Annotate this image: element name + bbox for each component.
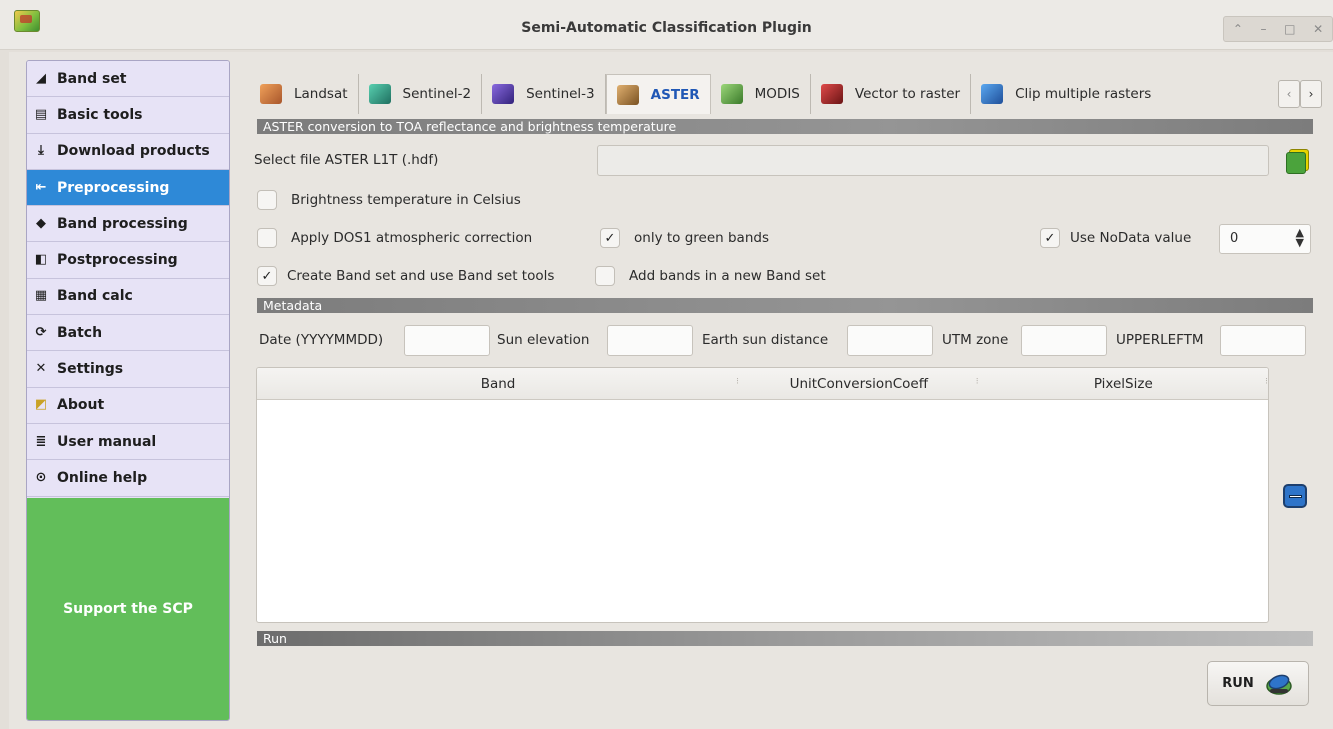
- band-set-icon: ◢: [36, 70, 46, 86]
- date-label: Date (YYYYMMDD): [259, 332, 384, 348]
- open-file-icon: [1286, 152, 1306, 174]
- utm-zone-label: UTM zone: [942, 332, 1009, 348]
- support-scp-button[interactable]: Support the SCP: [27, 498, 229, 720]
- run-icon: [1265, 674, 1292, 695]
- bands-table[interactable]: Band ⁝ UnitConversionCoeff ⁝ PixelSize ⁝: [256, 367, 1269, 623]
- column-header-unit-conversion[interactable]: UnitConversionCoeff ⁝: [739, 368, 979, 399]
- utm-zone-input[interactable]: [1021, 325, 1107, 356]
- sidebar-item-settings[interactable]: ✕ Settings: [27, 351, 229, 388]
- about-icon: ◩: [34, 397, 48, 413]
- window-close-button[interactable]: ✕: [1313, 22, 1323, 36]
- vector-to-raster-icon: [820, 84, 843, 104]
- nodata-checkbox[interactable]: ✓ Use NoData value: [1040, 228, 1191, 248]
- spinbox-arrows-icon[interactable]: ▲ ▼: [1296, 227, 1304, 248]
- brightness-celsius-checkbox[interactable]: Brightness temperature in Celsius: [257, 190, 521, 210]
- postprocessing-icon: ◧: [34, 252, 48, 268]
- create-bandset-box: ✓: [257, 266, 277, 286]
- sidebar-item-user-manual[interactable]: ≣ User manual: [27, 423, 229, 461]
- create-bandset-checkbox[interactable]: ✓ Create Band set and use Band set tools: [257, 266, 554, 286]
- green-bands-checkbox[interactable]: ✓ only to green bands: [600, 228, 769, 248]
- sidebar-item-online-help[interactable]: ⊙ Online help: [27, 460, 229, 497]
- upperleftm-input[interactable]: [1220, 325, 1306, 356]
- sidebar: ◢ Band set ▤ Basic tools ⤓ Download product…: [26, 60, 230, 721]
- tab-sentinel-3[interactable]: Sentinel-3: [482, 74, 606, 114]
- window-title: Semi-Automatic Classification Plugin: [521, 20, 812, 36]
- earth-sun-distance-input[interactable]: [847, 325, 933, 356]
- basic-tools-icon: ▤: [34, 106, 48, 122]
- run-group-header: Run: [257, 631, 1313, 646]
- preprocessing-icon: ⇤: [35, 179, 47, 195]
- tab-sentinel-2[interactable]: Sentinel-2: [359, 74, 483, 114]
- earth-sun-distance-label: Earth sun distance: [702, 332, 829, 348]
- dos1-checkbox[interactable]: Apply DOS1 atmospheric correction: [257, 228, 532, 248]
- window-minimize-button[interactable]: –: [1261, 22, 1267, 36]
- user-manual-icon: ≣: [35, 433, 47, 449]
- select-file-label: Select file ASTER L1T (.hdf): [254, 152, 439, 168]
- window-maximize-button[interactable]: □: [1284, 22, 1295, 36]
- sidebar-item-postprocessing[interactable]: ◧ Postprocessing: [27, 242, 229, 279]
- sidebar-item-about[interactable]: ◩ About: [27, 387, 229, 424]
- sidebar-item-band-set[interactable]: ◢ Band set: [27, 61, 229, 98]
- upperleftm-label: UPPERLEFTM: [1116, 332, 1204, 348]
- band-processing-icon: ◆: [36, 215, 46, 231]
- sidebar-item-preprocessing[interactable]: ⇤ Preprocessing: [27, 169, 229, 207]
- column-header-pixel-size[interactable]: PixelSize ⁝: [979, 368, 1268, 399]
- download-icon: ⤓: [38, 143, 44, 159]
- add-bands-box: [595, 266, 615, 286]
- tab-scroll-right-button[interactable]: ›: [1300, 80, 1322, 108]
- settings-icon: ✕: [35, 361, 47, 377]
- minus-icon: [1288, 494, 1302, 498]
- green-bands-box: ✓: [600, 228, 620, 248]
- sentinel-2-icon: [368, 84, 391, 104]
- title-bar: Semi-Automatic Classification Plugin ⌃ –…: [0, 0, 1333, 50]
- remove-row-button[interactable]: [1283, 484, 1307, 508]
- dos1-box: [257, 228, 277, 248]
- tab-aster[interactable]: ASTER: [605, 74, 711, 114]
- date-input[interactable]: [404, 325, 490, 356]
- online-help-icon: ⊙: [35, 469, 47, 485]
- aster-icon: [616, 84, 639, 105]
- band-calc-icon: ▦: [34, 288, 48, 304]
- open-file-button[interactable]: [1283, 148, 1311, 176]
- tab-vector-to-raster[interactable]: Vector to raster: [811, 74, 972, 114]
- tab-landsat[interactable]: Landsat: [250, 74, 359, 114]
- nodata-value-spinbox[interactable]: 0 ▲ ▼: [1219, 224, 1311, 254]
- sidebar-item-batch[interactable]: ⟳ Batch: [27, 315, 229, 352]
- tab-modis[interactable]: MODIS: [711, 74, 811, 114]
- batch-icon: ⟳: [35, 324, 47, 340]
- clip-rasters-icon: [981, 84, 1004, 104]
- sun-elevation-input[interactable]: [607, 325, 693, 356]
- sentinel-3-icon: [492, 84, 515, 104]
- run-button[interactable]: RUN: [1207, 661, 1309, 706]
- add-bands-checkbox[interactable]: Add bands in a new Band set: [595, 266, 826, 286]
- sidebar-item-basic-tools[interactable]: ▤ Basic tools: [27, 97, 229, 134]
- sidebar-item-band-processing[interactable]: ◆ Band processing: [27, 206, 229, 243]
- table-header: Band ⁝ UnitConversionCoeff ⁝ PixelSize ⁝: [257, 368, 1268, 400]
- brightness-celsius-box: [257, 190, 277, 210]
- sidebar-item-band-calc[interactable]: ▦ Band calc: [27, 278, 229, 316]
- nodata-box: ✓: [1040, 228, 1060, 248]
- tab-clip-multiple-rasters[interactable]: Clip multiple rasters: [971, 74, 1161, 114]
- modis-icon: [720, 84, 743, 104]
- tab-scroll-left-button[interactable]: ‹: [1278, 80, 1300, 108]
- sidebar-item-download-products[interactable]: ⤓ Download products: [27, 133, 229, 170]
- sun-elevation-label: Sun elevation: [497, 332, 590, 348]
- column-header-band[interactable]: Band ⁝: [257, 368, 739, 399]
- landsat-icon: [260, 84, 282, 104]
- window-shade-button[interactable]: ⌃: [1233, 22, 1243, 36]
- preprocessing-tabs: Landsat Sentinel-2 Sentinel-3 ASTER MODI…: [250, 68, 1322, 114]
- aster-file-path-field: [597, 145, 1269, 176]
- window-controls: ⌃ – □ ✕: [1223, 16, 1333, 42]
- aster-group-header: ASTER conversion to TOA reflectance and …: [257, 119, 1313, 134]
- metadata-group-header: Metadata: [257, 298, 1313, 313]
